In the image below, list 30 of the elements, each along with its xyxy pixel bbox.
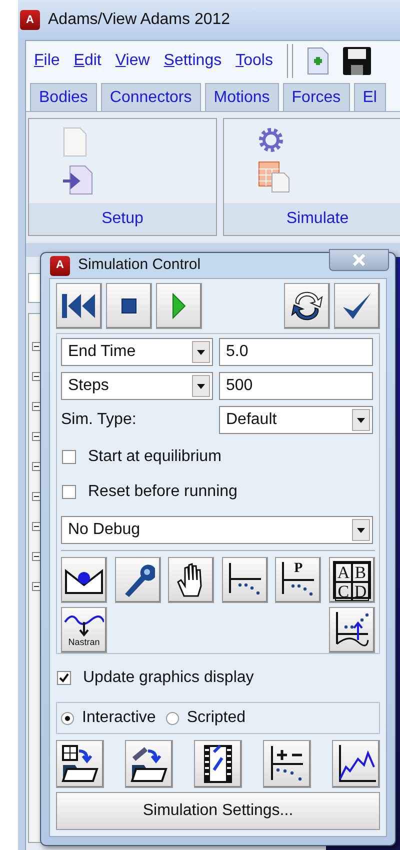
dialog-title: Simulation Control (78, 255, 201, 276)
steps-field[interactable]: 500 (219, 372, 373, 400)
radio-label: Interactive (82, 708, 156, 728)
group-label: Setup (29, 203, 216, 235)
app-icon: A (20, 10, 40, 30)
menu-item[interactable]: Edit (74, 49, 102, 73)
tab[interactable]: Forces (282, 83, 350, 111)
sim-type-select[interactable]: Default (219, 406, 373, 434)
nastran-button[interactable]: Nastran (61, 607, 107, 653)
checkbox-label: Reset before running (88, 482, 238, 502)
end-spec-select[interactable]: End Time (61, 338, 213, 366)
debug-select[interactable]: No Debug (61, 516, 373, 544)
menu-item[interactable]: View (115, 49, 150, 73)
checkbox-label: Start at equilibrium (88, 447, 222, 467)
end-time-field[interactable]: 5.0 (219, 338, 373, 366)
checkbox-label: Update graphics display (83, 668, 254, 688)
menu-item[interactable]: Settings (164, 49, 222, 73)
group-label: Simulate (224, 203, 400, 235)
window-title: Adams/View Adams 2012 (48, 10, 230, 30)
radio-label: Scripted (186, 708, 246, 728)
field-label: Sim. Type: (61, 410, 138, 430)
tab[interactable]: Motions (204, 83, 279, 111)
tab[interactable]: El (354, 83, 386, 111)
app-icon: A (50, 256, 70, 276)
step-spec-select[interactable]: Steps (61, 372, 213, 400)
tab[interactable]: Connectors (100, 83, 201, 111)
menu-item[interactable]: Tools (236, 49, 273, 73)
menu-item[interactable]: File (34, 49, 60, 73)
tab[interactable]: Bodies (30, 83, 97, 111)
simulation-settings-button[interactable]: Simulation Settings... (56, 792, 380, 830)
